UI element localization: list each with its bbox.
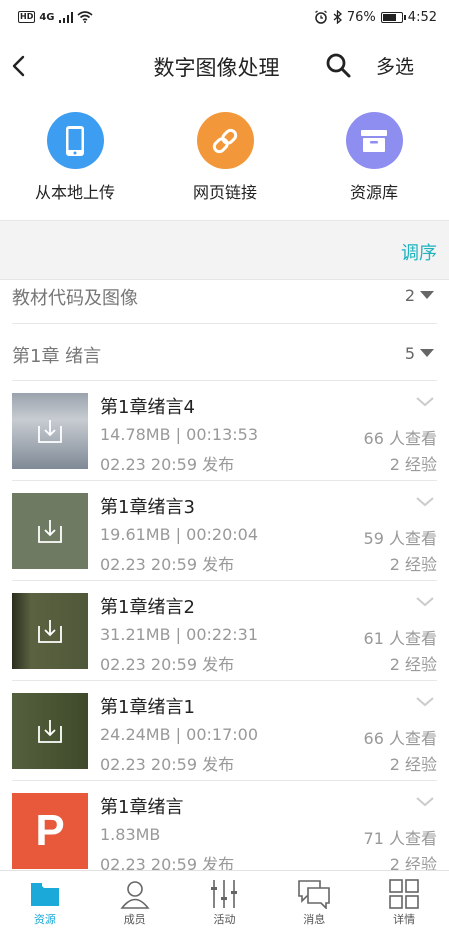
person-icon [90,877,180,911]
search-icon [326,53,351,78]
resource-meta: 24.24MB | 00:17:00 [100,725,259,744]
view-count: 66 人查看 [363,729,437,748]
upload-local-button[interactable]: 从本地上传 [0,112,150,203]
status-bar: HD 4G 76% 4:52 [0,0,449,34]
tab-label: 活动 [213,913,236,926]
experience-points: 2 经验 [389,655,437,674]
web-link-button[interactable]: 网页链接 [150,112,300,203]
alarm-icon [315,10,327,24]
video-thumbnail [12,493,88,569]
resource-date: 02.23 20:59 发布 [100,455,235,474]
download-icon [38,620,62,643]
resource-date: 02.23 20:59 发布 [100,755,235,774]
resource-library-circle [345,112,403,169]
resource-date: 02.23 20:59 发布 [100,655,235,674]
resource-item[interactable]: 第1章绪言4 14.78MB | 00:13:53 02.23 20:59 发布… [12,381,437,481]
folder-count: 2 [404,286,415,305]
tab-activities[interactable]: 活动 [180,871,270,932]
experience-points: 2 经验 [389,455,437,474]
tab-resources[interactable]: 资源 [0,871,90,932]
search-button[interactable] [324,50,354,82]
view-count: 59 人查看 [363,529,437,548]
web-link-circle [196,112,254,169]
phone-icon [66,125,84,156]
reorder-button[interactable]: 调序 [401,239,437,265]
link-icon [212,128,238,153]
bluetooth-icon [333,10,342,24]
chevron-down-icon[interactable] [415,695,435,709]
folder-row[interactable]: 第1章 绪言 5 [12,325,437,381]
chevron-down-icon[interactable] [415,495,435,509]
caret-down-icon [420,291,434,299]
chevron-left-icon [12,55,25,77]
web-link-label: 网页链接 [192,183,257,202]
view-count: 61 人查看 [363,629,437,648]
upload-local-label: 从本地上传 [34,183,115,202]
status-left: HD 4G [18,11,93,23]
grid-icon [359,877,449,911]
folder-count: 5 [404,344,415,363]
folder-icon [0,877,90,911]
tab-label: 消息 [303,913,326,926]
view-count: 66 人查看 [363,429,437,448]
chevron-down-icon[interactable] [415,595,435,609]
chevron-down-icon[interactable] [415,795,435,809]
folder-row[interactable]: 教材代码及图像 2 [12,268,437,324]
resource-item[interactable]: 第1章绪言2 31.21MB | 00:22:31 02.23 20:59 发布… [12,581,437,681]
resource-date: 02.23 20:59 发布 [100,555,235,574]
experience-points: 2 经验 [389,755,437,774]
hd-icon: HD [18,11,36,23]
sliders-icon [180,877,270,911]
caret-down-icon [420,349,434,357]
video-thumbnail [12,393,88,469]
resource-item[interactable]: 第1章绪言1 24.24MB | 00:17:00 02.23 20:59 发布… [12,681,437,781]
resource-title: 第1章绪言3 [100,497,195,518]
bottom-nav: 资源 成员 活动 消息 详情 [0,870,449,932]
back-button[interactable] [10,48,30,84]
resource-library-label: 资源库 [349,183,398,202]
download-icon [38,720,62,743]
tab-messages[interactable]: 消息 [269,871,359,932]
resource-item[interactable]: 第1章绪言3 19.61MB | 00:20:04 02.23 20:59 发布… [12,481,437,581]
video-thumbnail [12,693,88,769]
resource-title: 第1章绪言 [100,797,184,818]
resource-item[interactable]: P 第1章绪言 1.83MB 02.23 20:59 发布 71 人查看 2 经… [12,781,437,881]
download-icon [38,520,62,543]
chat-icon [269,877,359,911]
upload-options: 从本地上传 网页链接 资源库 [0,112,449,212]
experience-points: 2 经验 [389,555,437,574]
resource-meta: 19.61MB | 00:20:04 [100,525,259,544]
folder-name: 教材代码及图像 [12,288,138,309]
resource-library-button[interactable]: 资源库 [299,112,449,203]
clock: 4:52 [407,9,437,25]
tab-label: 详情 [393,913,416,926]
chevron-down-icon[interactable] [415,395,435,409]
resource-title: 第1章绪言4 [100,397,195,418]
download-icon [38,420,62,443]
view-count: 71 人查看 [363,829,437,848]
tab-label: 资源 [33,913,56,926]
video-thumbnail [12,593,88,669]
network-label: 4G [39,11,55,23]
signal-icon [58,11,73,23]
folder-name: 第1章 绪言 [12,346,102,367]
tab-details[interactable]: 详情 [359,871,449,932]
resource-meta: 1.83MB [100,825,161,844]
upload-local-circle [46,112,104,169]
tab-label: 成员 [123,913,146,926]
resource-meta: 14.78MB | 00:13:53 [100,425,259,444]
ppt-badge: P [35,806,65,855]
resource-meta: 31.21MB | 00:22:31 [100,625,259,644]
ppt-thumbnail: P [12,793,88,869]
tab-members[interactable]: 成员 [90,871,180,932]
wifi-icon [76,11,93,23]
resource-title: 第1章绪言1 [100,697,195,718]
resource-title: 第1章绪言2 [100,597,195,618]
multi-select-button[interactable]: 多选 [376,52,414,79]
header: 数字图像处理 多选 [0,34,449,98]
battery-percent: 76% [346,9,376,25]
status-right: 76% 4:52 [314,10,437,25]
archive-box-icon [361,129,387,152]
battery-icon [380,11,406,23]
